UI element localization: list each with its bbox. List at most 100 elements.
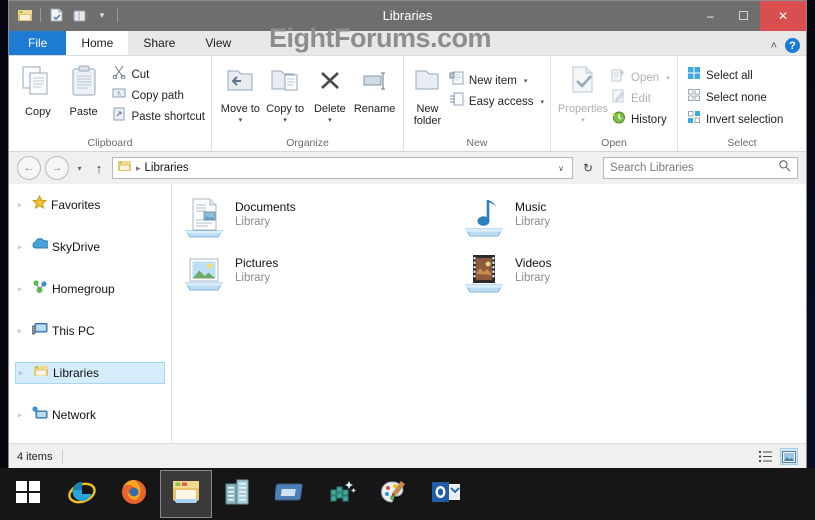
- large-icons-view-button[interactable]: [780, 448, 798, 465]
- collapse-ribbon-icon[interactable]: ˄: [771, 40, 777, 52]
- list-item[interactable]: Music Library: [462, 196, 550, 247]
- back-button[interactable]: ←: [17, 156, 41, 180]
- delete-button[interactable]: Delete ▾: [308, 64, 353, 124]
- address-bar[interactable]: ← → ▾ ↑ ▸ Libraries ∨ ↻ Search Libraries: [9, 152, 806, 184]
- cut-button[interactable]: Cut: [112, 65, 205, 84]
- sidebar-item-favorites[interactable]: ▹ Favorites: [15, 194, 165, 216]
- sidebar-label-skydrive: SkyDrive: [52, 240, 101, 254]
- invert-selection-button[interactable]: Invert selection: [687, 110, 783, 129]
- move-to-button[interactable]: Move to ▾: [218, 64, 263, 124]
- easy-access-button[interactable]: Easy access ▾: [449, 92, 544, 111]
- taskbar-internet-explorer[interactable]: [56, 470, 108, 518]
- up-button[interactable]: ↑: [90, 161, 108, 176]
- taskbar-gem-app[interactable]: [316, 470, 368, 518]
- computer-icon: [31, 322, 48, 341]
- select-none-label: Select none: [706, 91, 767, 104]
- taskbar-sticky-notes[interactable]: [264, 470, 316, 518]
- window-controls[interactable]: – ☐ ✕: [694, 1, 806, 31]
- paste-icon: [67, 64, 101, 103]
- group-title-new: New: [466, 137, 488, 149]
- delete-icon: [315, 67, 345, 100]
- server-icon: [223, 478, 253, 511]
- ribbon-group-open: Properties ▾ Open ▾ Edit History Open: [551, 56, 678, 151]
- history-button[interactable]: History: [611, 110, 670, 129]
- tab-share[interactable]: Share: [128, 31, 190, 55]
- expander-icon[interactable]: ▹: [18, 285, 28, 293]
- sidebar-item-libraries[interactable]: ▹ Libraries: [15, 362, 165, 384]
- internet-explorer-icon: [67, 477, 97, 512]
- new-item-button[interactable]: New item ▾: [449, 71, 544, 90]
- expander-icon[interactable]: ▹: [18, 201, 28, 209]
- taskbar-paint[interactable]: [368, 470, 420, 518]
- view-buttons[interactable]: [757, 448, 798, 465]
- path-dropdown-icon[interactable]: ∨: [558, 164, 568, 173]
- search-box[interactable]: Search Libraries: [603, 157, 798, 179]
- paste-shortcut-button[interactable]: Paste shortcut: [112, 107, 205, 126]
- sidebar-item-network[interactable]: ▹ Network: [15, 404, 165, 426]
- outlook-icon: [431, 479, 461, 510]
- close-button[interactable]: ✕: [760, 1, 806, 31]
- path-separator: ▸: [136, 162, 141, 173]
- content-pane[interactable]: Documents Library Music Library Pictures…: [172, 184, 806, 443]
- forward-button[interactable]: →: [45, 156, 69, 180]
- list-item[interactable]: Pictures Library: [182, 252, 278, 303]
- expander-icon[interactable]: ▹: [18, 243, 28, 251]
- recent-locations-button[interactable]: ▾: [73, 164, 86, 173]
- paint-palette-icon: [379, 478, 409, 511]
- expander-icon[interactable]: ▹: [19, 369, 29, 377]
- open-caret[interactable]: ▾: [666, 74, 670, 82]
- delete-caret[interactable]: ▾: [328, 116, 332, 124]
- list-item[interactable]: Documents Library: [182, 196, 296, 247]
- edit-button[interactable]: Edit: [611, 89, 670, 108]
- tab-view[interactable]: View: [190, 31, 246, 55]
- move-to-caret[interactable]: ▾: [239, 116, 243, 124]
- network-icon: [32, 405, 48, 425]
- taskbar-file-explorer[interactable]: [160, 470, 212, 518]
- copy-to-caret[interactable]: ▾: [283, 116, 287, 124]
- sidebar-item-skydrive[interactable]: ▹ SkyDrive: [15, 236, 165, 258]
- delete-label: Delete: [313, 103, 346, 115]
- ribbon[interactable]: Copy Paste Cut \\ Copy path Paste shortc…: [9, 56, 806, 152]
- homegroup-icon: [32, 279, 48, 299]
- refresh-button[interactable]: ↻: [577, 157, 599, 179]
- details-view-button[interactable]: [757, 448, 775, 465]
- taskbar-firefox[interactable]: [108, 470, 160, 518]
- taskbar[interactable]: [0, 468, 815, 520]
- properties-caret[interactable]: ▾: [581, 116, 585, 124]
- taskbar-outlook[interactable]: [420, 470, 472, 518]
- expander-icon[interactable]: ▹: [18, 411, 28, 419]
- copy-to-button[interactable]: Copy to ▾: [263, 64, 308, 124]
- sidebar-item-homegroup[interactable]: ▹ Homegroup: [15, 278, 165, 300]
- select-all-icon: [687, 66, 701, 85]
- window-body: ▹ Favorites ▹ SkyDrive ▹ Homegroup ▹ Thi…: [9, 184, 806, 443]
- ribbon-right-controls[interactable]: ˄ ?: [771, 38, 800, 53]
- select-none-button[interactable]: Select none: [687, 88, 783, 107]
- paste-shortcut-label: Paste shortcut: [131, 110, 205, 123]
- copy-button[interactable]: Copy: [15, 61, 61, 118]
- search-icon: [778, 159, 791, 177]
- tab-home[interactable]: Home: [66, 31, 129, 55]
- properties-button[interactable]: Properties ▾: [557, 62, 609, 124]
- new-item-caret[interactable]: ▾: [524, 77, 528, 85]
- minimize-button[interactable]: –: [694, 1, 727, 31]
- paste-button[interactable]: Paste: [61, 61, 107, 118]
- address-path-box[interactable]: ▸ Libraries ∨: [112, 157, 573, 179]
- help-icon[interactable]: ?: [785, 38, 800, 53]
- navigation-pane[interactable]: ▹ Favorites ▹ SkyDrive ▹ Homegroup ▹ Thi…: [9, 184, 172, 443]
- sidebar-item-this-pc[interactable]: ▹ This PC: [15, 320, 165, 342]
- expander-icon[interactable]: ▹: [18, 327, 28, 335]
- select-all-button[interactable]: Select all: [687, 66, 783, 85]
- start-button[interactable]: [0, 470, 56, 518]
- rename-button[interactable]: Rename: [352, 64, 397, 115]
- tab-file[interactable]: File: [9, 31, 67, 55]
- ribbon-tab-strip[interactable]: File Home Share View EightForums.com ˄ ?: [9, 23, 806, 56]
- list-item[interactable]: Videos Library: [462, 252, 551, 303]
- maximize-button[interactable]: ☐: [727, 1, 760, 31]
- new-folder-button[interactable]: New folder: [410, 64, 445, 127]
- item-subtitle: Library: [235, 272, 271, 284]
- open-button[interactable]: Open ▾: [611, 68, 670, 87]
- easy-access-caret[interactable]: ▾: [540, 98, 544, 106]
- copy-path-button[interactable]: \\ Copy path: [112, 86, 205, 105]
- move-to-label: Move to: [220, 103, 260, 115]
- taskbar-server-manager[interactable]: [212, 470, 264, 518]
